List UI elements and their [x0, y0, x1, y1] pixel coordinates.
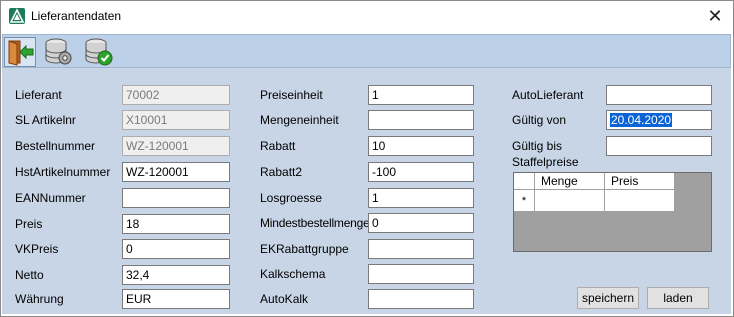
gueltig-bis-label: Gültig bis — [512, 139, 563, 153]
exit-door-icon[interactable] — [4, 37, 36, 67]
mengeneinheit-label: Mengeneinheit — [260, 113, 339, 127]
autolieferant-field[interactable] — [606, 85, 712, 105]
database-settings-icon[interactable] — [43, 37, 75, 67]
bestellnummer-label: Bestellnummer — [15, 139, 96, 153]
kalkschema-label: Kalkschema — [260, 267, 326, 281]
lieferant-label: Lieferant — [15, 88, 62, 102]
vk-preis-label: VKPreis — [15, 242, 59, 256]
losgroesse-label: Losgroesse — [260, 191, 323, 205]
grid-column-menge[interactable]: Menge — [535, 173, 605, 190]
mindestbestellmenge-field[interactable]: 0 — [368, 213, 474, 233]
preiseinheit-field[interactable]: 1 — [368, 85, 474, 105]
autokalk-field[interactable] — [368, 289, 474, 309]
mengeneinheit-field[interactable] — [368, 110, 474, 130]
waehrung-label: Währung — [15, 292, 64, 306]
preis-label: Preis — [15, 217, 43, 231]
vk-preis-field[interactable]: 0 — [122, 239, 230, 259]
bestellnummer-field[interactable]: WZ-120001 — [122, 136, 230, 156]
preiseinheit-label: Preiseinheit — [260, 88, 323, 102]
grid-cell-preis[interactable] — [605, 190, 675, 212]
netto-field[interactable]: 32,4 — [122, 265, 230, 285]
hst-artikelnummer-label: HstArtikelnummer — [15, 165, 111, 179]
lieferant-field[interactable]: 70002 — [122, 85, 230, 105]
waehrung-field[interactable]: EUR — [122, 289, 230, 309]
staffelpreise-label: Staffelpreise — [512, 155, 579, 169]
autokalk-label: AutoKalk — [260, 292, 309, 306]
preis-field[interactable]: 18 — [122, 214, 230, 234]
ek-rabattgruppe-label: EKRabattgruppe — [260, 242, 349, 256]
window-title: Lieferantendaten — [31, 9, 122, 23]
staffelpreise-grid[interactable]: Menge Preis * — [513, 172, 712, 252]
losgroesse-field[interactable]: 1 — [368, 188, 474, 208]
gueltig-von-label: Gültig von — [512, 113, 567, 127]
grid-new-row-marker: * — [514, 190, 535, 212]
title-bar: Lieferantendaten ✕ — [1, 1, 733, 32]
laden-button[interactable]: laden — [647, 287, 709, 309]
grid-column-preis[interactable]: Preis — [605, 173, 675, 190]
ean-nummer-label: EANNummer — [15, 191, 86, 205]
rabatt2-field[interactable]: -100 — [368, 162, 474, 182]
autolieferant-label: AutoLieferant — [512, 88, 584, 102]
gueltig-von-field[interactable]: 20.04.2020 — [606, 110, 712, 130]
ean-nummer-field[interactable] — [122, 188, 230, 208]
netto-label: Netto — [15, 268, 44, 282]
gueltig-von-selected-value: 20.04.2020 — [610, 113, 673, 127]
close-icon[interactable]: ✕ — [697, 1, 733, 32]
ek-rabattgruppe-field[interactable] — [368, 239, 474, 259]
database-check-icon[interactable] — [83, 37, 115, 67]
form-panel: Lieferant 70002 SL Artikelnr X10001 Best… — [2, 68, 731, 314]
grid-cell-menge[interactable] — [535, 190, 605, 212]
grid-corner — [514, 173, 535, 190]
lieferantendaten-window: Lieferantendaten ✕ Lieferant 70002 SL Ar… — [0, 0, 734, 317]
rabatt2-label: Rabatt2 — [260, 165, 303, 179]
kalkschema-field[interactable] — [368, 264, 474, 284]
toolbar — [2, 34, 731, 68]
speichern-button[interactable]: speichern — [577, 287, 639, 309]
hst-artikelnummer-field[interactable]: WZ-120001 — [122, 162, 230, 182]
rabatt-label: Rabatt — [260, 139, 296, 153]
app-logo-icon — [9, 8, 25, 24]
gueltig-bis-field[interactable] — [606, 136, 712, 156]
rabatt-field[interactable]: 10 — [368, 136, 474, 156]
sl-artikelnr-label: SL Artikelnr — [15, 113, 76, 127]
mindestbestellmenge-label: Mindestbestellmenge — [260, 216, 370, 230]
sl-artikelnr-field[interactable]: X10001 — [122, 110, 230, 130]
